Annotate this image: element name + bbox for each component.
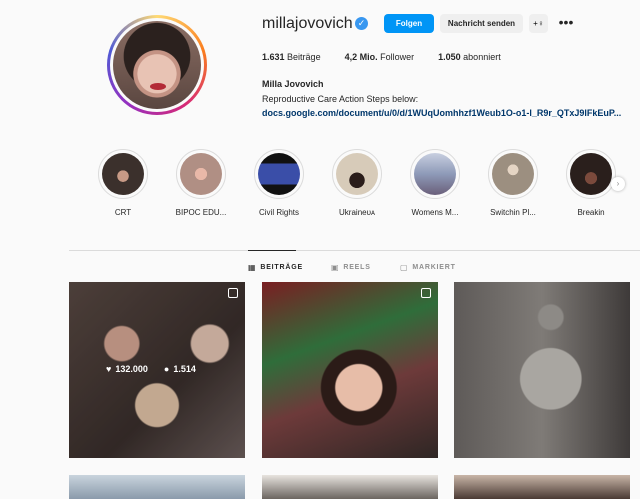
comments-count: 1.514 (173, 364, 196, 374)
avatar-image (113, 21, 201, 109)
highlight-item[interactable]: Civil Rights (239, 149, 319, 217)
highlight-item[interactable]: Womens M... (395, 149, 475, 217)
highlight-cover (414, 153, 456, 195)
tagged-icon: ▢ (400, 263, 409, 272)
chevron-right-icon[interactable]: › (611, 177, 625, 191)
likes-stat: ♥ 132.000 (106, 364, 148, 374)
carousel-icon (228, 288, 238, 298)
following-count: 1.050 (438, 52, 461, 62)
comments-stat: ● 1.514 (164, 364, 196, 374)
post-thumbnail[interactable] (262, 475, 438, 499)
followers-label: Follower (380, 52, 415, 62)
post-thumbnail[interactable]: ♥ 132.000 ● 1.514 (69, 282, 245, 458)
following-label: abonniert (463, 52, 501, 62)
highlight-ring (566, 149, 616, 199)
full-name: Milla Jovovich (262, 79, 324, 89)
profile-stats: 1.631 Beiträge 4,2 Mio. Follower 1.050 a… (262, 52, 501, 62)
highlight-label: Switchin Pl... (490, 208, 536, 217)
following-stat[interactable]: 1.050 abonniert (438, 52, 501, 62)
message-button[interactable]: Nachricht senden (440, 14, 523, 33)
tab-posts-label: BEITRÄGE (260, 264, 303, 271)
tab-tagged-label: MARKIERT (412, 264, 456, 271)
highlight-label: BIPOC EDU... (175, 208, 227, 217)
posts-stat: 1.631 Beiträge (262, 52, 321, 62)
avatar-frame (110, 18, 204, 112)
story-highlights: CRT BIPOC EDU... Civil Rights Ukraineᴜᴀ … (83, 149, 640, 221)
tab-tagged[interactable]: ▢ MARKIERT (400, 263, 456, 272)
follow-button[interactable]: Folgen (384, 14, 434, 33)
heart-icon: ♥ (106, 364, 112, 374)
highlight-label: Womens M... (411, 208, 459, 217)
profile-avatar[interactable] (107, 15, 207, 115)
highlight-cover (492, 153, 534, 195)
highlight-cover (102, 153, 144, 195)
highlight-cover (336, 153, 378, 195)
highlight-ring (98, 149, 148, 199)
highlight-item[interactable]: Ukraineᴜᴀ (317, 149, 397, 217)
bio-text: Reproductive Care Action Steps below: (262, 94, 419, 104)
add-user-icon[interactable]: +♀ (529, 14, 548, 33)
highlight-label: Breakin (577, 208, 605, 217)
highlight-item[interactable]: CRT (83, 149, 163, 217)
post-thumbnail[interactable] (454, 475, 630, 499)
post-engagement: ♥ 132.000 ● 1.514 (106, 364, 196, 374)
posts-label: Beiträge (287, 52, 321, 62)
carousel-icon (421, 288, 431, 298)
highlight-cover (180, 153, 222, 195)
highlight-ring (254, 149, 304, 199)
verified-badge-icon: ✓ (355, 17, 368, 30)
highlight-ring (332, 149, 382, 199)
followers-stat[interactable]: 4,2 Mio. Follower (345, 52, 415, 62)
avatar-detail (149, 82, 166, 90)
highlight-ring (488, 149, 538, 199)
bio-link[interactable]: docs.google.com/document/u/0/d/1WUqUomhh… (262, 108, 621, 118)
highlight-ring (176, 149, 226, 199)
more-options-icon[interactable]: ••• (556, 14, 576, 33)
followers-count: 4,2 Mio. (344, 52, 378, 62)
grid-icon: ▦ (248, 263, 257, 272)
highlight-item[interactable]: Switchin Pl... (473, 149, 553, 217)
highlight-label: CRT (114, 208, 132, 217)
post-thumbnail[interactable] (69, 475, 245, 499)
active-tab-indicator (248, 250, 296, 251)
likes-count: 132.000 (115, 364, 148, 374)
highlight-item[interactable]: BIPOC EDU... (161, 149, 241, 217)
tab-reels[interactable]: ▣ REELS (331, 263, 371, 272)
tab-posts[interactable]: ▦ BEITRÄGE (248, 263, 303, 272)
posts-count: 1.631 (262, 52, 285, 62)
highlight-cover (258, 153, 300, 195)
comment-icon: ● (163, 364, 170, 374)
tab-reels-label: REELS (343, 264, 371, 271)
username: millajovovich (262, 15, 353, 32)
highlight-cover (570, 153, 612, 195)
tabs-divider (69, 250, 640, 251)
highlight-label: Ukraineᴜᴀ (339, 208, 375, 217)
post-thumbnail[interactable] (454, 282, 630, 458)
reels-icon: ▣ (331, 263, 340, 272)
post-thumbnail[interactable] (262, 282, 438, 458)
highlight-label: Civil Rights (258, 208, 299, 217)
highlight-ring (410, 149, 460, 199)
